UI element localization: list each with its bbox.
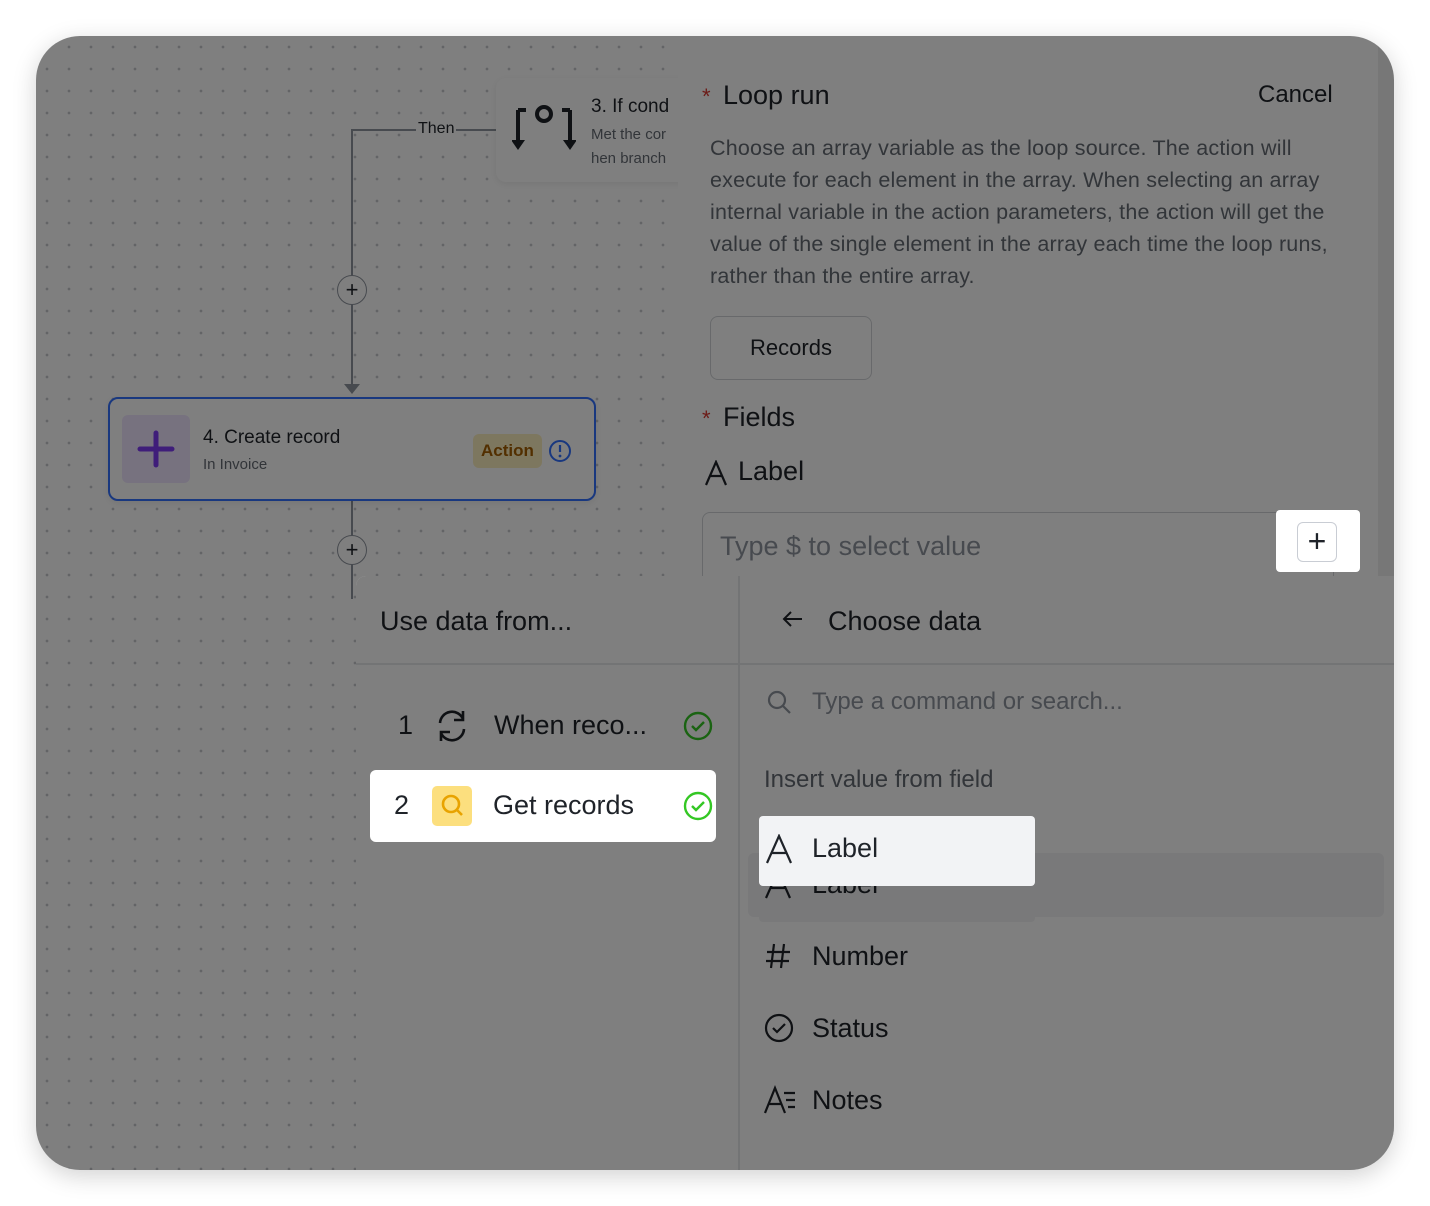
step-item-1[interactable]: 1 When reco...	[370, 690, 716, 762]
long-text-icon	[764, 1085, 795, 1114]
text-icon	[765, 834, 793, 864]
field-label: Label	[812, 833, 879, 863]
refresh-icon	[438, 710, 466, 742]
check-circle-icon	[683, 711, 713, 741]
highlighted-field-label[interactable]: Label	[759, 816, 1035, 886]
header-divider	[356, 663, 1394, 665]
plus-icon: +	[1297, 522, 1337, 562]
column-divider	[738, 576, 740, 1170]
step-label: When reco...	[494, 710, 648, 740]
field-label: Number	[812, 941, 909, 971]
section-label: Insert value from field	[764, 766, 994, 793]
status-icon	[764, 1013, 794, 1043]
check-circle-icon	[683, 791, 713, 821]
step-number: 1	[398, 710, 414, 740]
hash-icon	[766, 943, 790, 969]
search-icon	[767, 690, 791, 714]
field-label: Status	[812, 1013, 889, 1043]
search-icon	[432, 786, 472, 826]
highlighted-step-2[interactable]: 2 Get records	[370, 770, 716, 842]
choose-data-title: Choose data	[828, 606, 982, 636]
back-arrow-icon[interactable]	[782, 610, 804, 628]
use-data-from-title: Use data from...	[380, 606, 573, 636]
search-input[interactable]: Type a command or search...	[812, 688, 1123, 716]
field-label: Notes	[812, 1085, 883, 1115]
app-window: Then + + 3. If cond Met the cor hen bran…	[36, 36, 1394, 1170]
panel-scrollbar-track	[1378, 36, 1394, 576]
insert-value-button[interactable]: +	[1276, 510, 1360, 572]
step-number: 2	[394, 790, 410, 820]
step-label: Get records	[493, 790, 635, 820]
